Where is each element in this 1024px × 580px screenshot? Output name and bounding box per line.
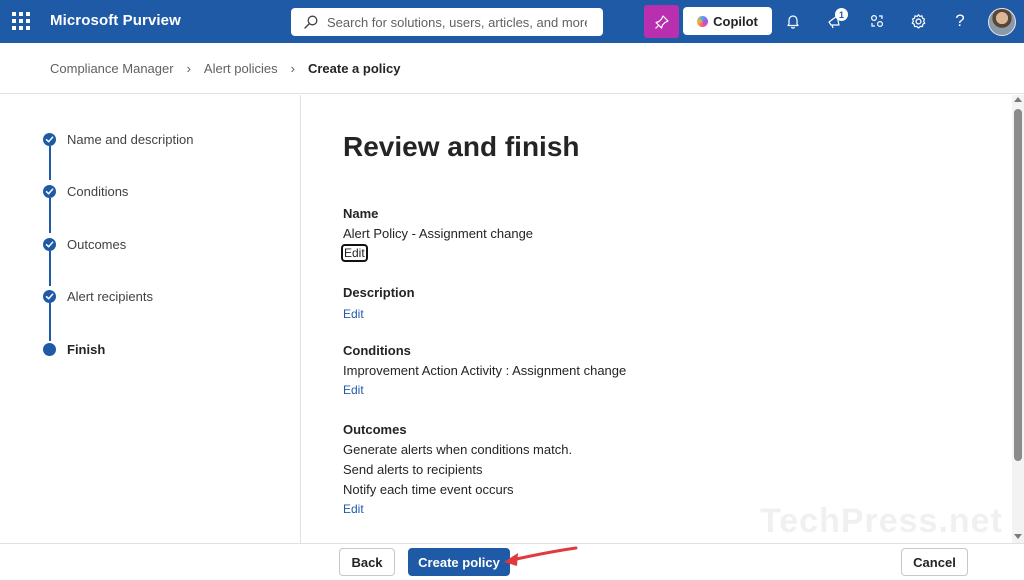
top-bar: Microsoft Purview Copilot 1	[0, 0, 1024, 43]
section-name: Name Alert Policy - Assignment change Ed…	[341, 206, 534, 262]
chevron-right-icon: ›	[290, 60, 295, 76]
step-connector	[49, 251, 51, 286]
step-label: Alert recipients	[67, 289, 153, 304]
section-heading: Description	[343, 285, 415, 300]
step-label: Conditions	[67, 184, 129, 199]
step-label: Name and description	[67, 132, 194, 147]
section-value: Generate alerts when conditions match.	[343, 442, 573, 457]
avatar[interactable]	[988, 8, 1016, 36]
step-conditions[interactable]: Conditions	[43, 184, 128, 199]
edit-name-link[interactable]: Edit	[341, 244, 368, 262]
step-outcomes[interactable]: Outcomes	[43, 237, 126, 252]
create-policy-button[interactable]: Create policy	[408, 548, 510, 576]
cancel-button[interactable]: Cancel	[901, 548, 968, 576]
section-value: Improvement Action Activity : Assignment…	[343, 363, 627, 378]
search-box[interactable]	[291, 8, 603, 36]
current-step-dot	[43, 343, 56, 356]
step-connector	[49, 303, 51, 341]
check-icon	[43, 185, 56, 198]
step-connector	[49, 146, 51, 180]
check-icon	[43, 290, 56, 303]
step-connector	[49, 198, 51, 233]
step-alert-recipients[interactable]: Alert recipients	[43, 289, 153, 304]
scroll-up-arrow-icon[interactable]	[1014, 97, 1022, 102]
main-content: Review and finish Name Alert Policy - As…	[302, 95, 1012, 543]
share-icon[interactable]	[867, 11, 887, 31]
scrollbar[interactable]	[1012, 95, 1024, 543]
gear-icon[interactable]	[908, 11, 928, 31]
wizard-footer: Back Create policy Cancel	[0, 543, 1024, 580]
notification-badge: 1	[835, 8, 848, 21]
step-name-and-description[interactable]: Name and description	[43, 132, 193, 147]
check-icon	[43, 133, 56, 146]
section-heading: Name	[343, 206, 379, 221]
scroll-down-arrow-icon[interactable]	[1014, 534, 1022, 539]
breadcrumb: Compliance Manager › Alert policies › Cr…	[0, 43, 1024, 94]
watermark: TechPress.net	[760, 502, 1003, 540]
edit-description-link[interactable]: Edit	[343, 307, 364, 321]
section-description: Description Edit	[343, 285, 415, 323]
check-icon	[43, 238, 56, 251]
pin-icon	[654, 14, 669, 29]
edit-outcomes-link[interactable]: Edit	[343, 502, 364, 516]
chevron-right-icon: ›	[186, 60, 191, 76]
scroll-thumb[interactable]	[1014, 109, 1022, 461]
app-title[interactable]: Microsoft Purview	[50, 12, 181, 29]
back-button[interactable]: Back	[339, 548, 395, 576]
pin-button[interactable]	[644, 5, 679, 38]
section-heading: Conditions	[343, 343, 411, 358]
section-outcomes: Outcomes Generate alerts when conditions…	[343, 422, 572, 518]
search-input[interactable]	[327, 14, 587, 30]
breadcrumb-compliance-manager[interactable]: Compliance Manager	[50, 61, 174, 76]
section-heading: Outcomes	[343, 422, 407, 437]
section-value: Send alerts to recipients	[343, 462, 483, 477]
copilot-label: Copilot	[713, 13, 758, 29]
breadcrumb-alert-policies[interactable]: Alert policies	[204, 61, 278, 76]
waffle-icon[interactable]	[12, 12, 30, 30]
section-value: Alert Policy - Assignment change	[343, 226, 534, 241]
wizard-stepper: Name and description Conditions Outcomes…	[0, 95, 301, 543]
step-label: Finish	[67, 342, 106, 357]
breadcrumb-current: Create a policy	[307, 60, 401, 76]
copilot-button[interactable]: Copilot	[683, 7, 772, 35]
search-icon	[304, 15, 318, 29]
help-icon[interactable]: ?	[950, 11, 970, 31]
edit-conditions-link[interactable]: Edit	[343, 383, 364, 397]
copilot-icon	[697, 15, 709, 27]
step-label: Outcomes	[67, 237, 127, 252]
step-finish[interactable]: Finish	[43, 342, 105, 357]
section-value: Notify each time event occurs	[343, 482, 514, 497]
section-conditions: Conditions Improvement Action Activity :…	[343, 343, 626, 399]
page-title: Review and finish	[343, 131, 580, 162]
bell-icon[interactable]	[783, 11, 803, 31]
